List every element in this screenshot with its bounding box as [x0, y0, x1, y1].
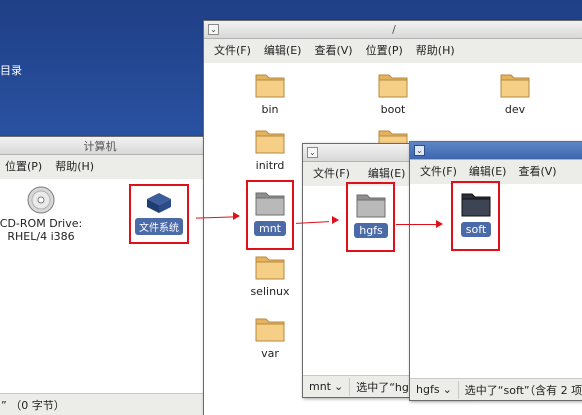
menu-edit[interactable]: 编辑(E) [264, 42, 302, 58]
hgfs-window: ⌄ 文件(F) 编辑(E) 查看(V) soft hgfs ⌄ 选中了“soft… [409, 141, 582, 401]
folder-icon [255, 256, 285, 280]
path-label: hgfs [416, 383, 440, 396]
folder-icon [255, 192, 285, 216]
folder-item[interactable]: dev [480, 69, 550, 116]
arrow-head [233, 212, 240, 220]
folder-item-selected[interactable]: hgfs [336, 189, 406, 238]
computer-content: CD-ROM Drive: RHEL/4 i386 文件系统 [0, 179, 205, 393]
menu-file[interactable]: 文件(F) [420, 163, 457, 179]
folder-label: selinux [250, 285, 290, 298]
root-menubar: 文件(F) 编辑(E) 查看(V) 位置(P) 帮助(H) [204, 39, 582, 61]
arrow-line [396, 224, 436, 225]
computer-window-title: 计算机 [83, 139, 117, 153]
folder-label: hgfs [354, 223, 388, 238]
chevron-down-icon: ⌄ [334, 380, 344, 393]
folder-icon [255, 130, 285, 154]
computer-statusbar: ” （0 字节） [0, 393, 205, 415]
harddisk-icon [147, 193, 171, 213]
cdrom-label: CD-ROM Drive: RHEL/4 i386 [0, 217, 83, 243]
menu-file[interactable]: 文件(F) [313, 165, 350, 181]
folder-icon [461, 193, 491, 217]
computer-titlebar[interactable]: 计算机 [0, 137, 205, 155]
folder-label: boot [380, 103, 406, 116]
folder-item[interactable]: boot [358, 69, 428, 116]
window-menu-button[interactable]: ⌄ [208, 24, 219, 35]
arrow-head [436, 220, 443, 228]
folder-label: mnt [254, 221, 286, 236]
window-menu-button[interactable]: ⌄ [307, 147, 318, 158]
menu-help[interactable]: 帮助(H) [416, 42, 455, 58]
menu-edit[interactable]: 编辑(E) [368, 165, 406, 181]
root-titlebar[interactable]: ⌄ / [204, 21, 582, 39]
menu-view[interactable]: 查看(V) [314, 42, 352, 58]
folder-label: var [261, 347, 279, 360]
folder-item[interactable]: bin [235, 69, 305, 116]
folder-icon [356, 194, 386, 218]
filesystem-item[interactable]: 文件系统 [131, 191, 187, 235]
folder-icon [500, 74, 530, 98]
folder-item[interactable]: initrd [235, 125, 305, 172]
folder-label: soft [460, 222, 492, 237]
root-window-title: / [392, 23, 396, 36]
hgfs-titlebar[interactable]: ⌄ [410, 142, 582, 160]
computer-status-text: ” （0 字节） [1, 398, 65, 412]
cdrom-item[interactable]: CD-ROM Drive: RHEL/4 i386 [0, 185, 83, 243]
path-dropdown[interactable]: hgfs ⌄ [410, 380, 459, 399]
folder-item-selected[interactable]: mnt [235, 187, 305, 236]
menu-view[interactable]: 查看(V) [518, 163, 556, 179]
hgfs-content: soft [410, 181, 582, 380]
menu-edit[interactable]: 编辑(E) [469, 163, 507, 179]
menu-location[interactable]: 位置(P) [5, 158, 42, 174]
filesystem-label: 文件系统 [135, 218, 183, 235]
computer-menubar: 位置(P) 帮助(H) [0, 155, 205, 177]
computer-window: 计算机 位置(P) 帮助(H) CD-ROM Drive: RHEL/4 i38… [0, 136, 206, 415]
folder-label: bin [261, 103, 279, 116]
folder-item-selected[interactable]: soft [441, 188, 511, 237]
arrow-head [332, 216, 339, 224]
menu-help[interactable]: 帮助(H) [55, 158, 94, 174]
folder-icon [255, 318, 285, 342]
mnt-status-text: 选中了“hgf [356, 380, 413, 394]
desktop-label: 目录 [0, 64, 22, 77]
chevron-down-icon: ⌄ [442, 383, 452, 396]
folder-item[interactable]: selinux [235, 251, 305, 298]
window-menu-button[interactable]: ⌄ [414, 145, 425, 156]
hgfs-menubar: 文件(F) 编辑(E) 查看(V) [410, 160, 582, 182]
folder-icon [378, 74, 408, 98]
folder-label: dev [504, 103, 526, 116]
cdrom-icon [27, 186, 55, 214]
folder-item[interactable]: var [235, 313, 305, 360]
path-label: mnt [309, 380, 331, 393]
folder-icon [255, 74, 285, 98]
hgfs-status-text: 选中了“soft”（含有 2 项 [464, 383, 582, 397]
folder-label: initrd [255, 159, 285, 172]
menu-file[interactable]: 文件(F) [214, 42, 251, 58]
menu-location[interactable]: 位置(P) [366, 42, 403, 58]
path-dropdown[interactable]: mnt ⌄ [303, 377, 351, 396]
hgfs-statusbar: hgfs ⌄ 选中了“soft”（含有 2 项 [410, 378, 582, 400]
